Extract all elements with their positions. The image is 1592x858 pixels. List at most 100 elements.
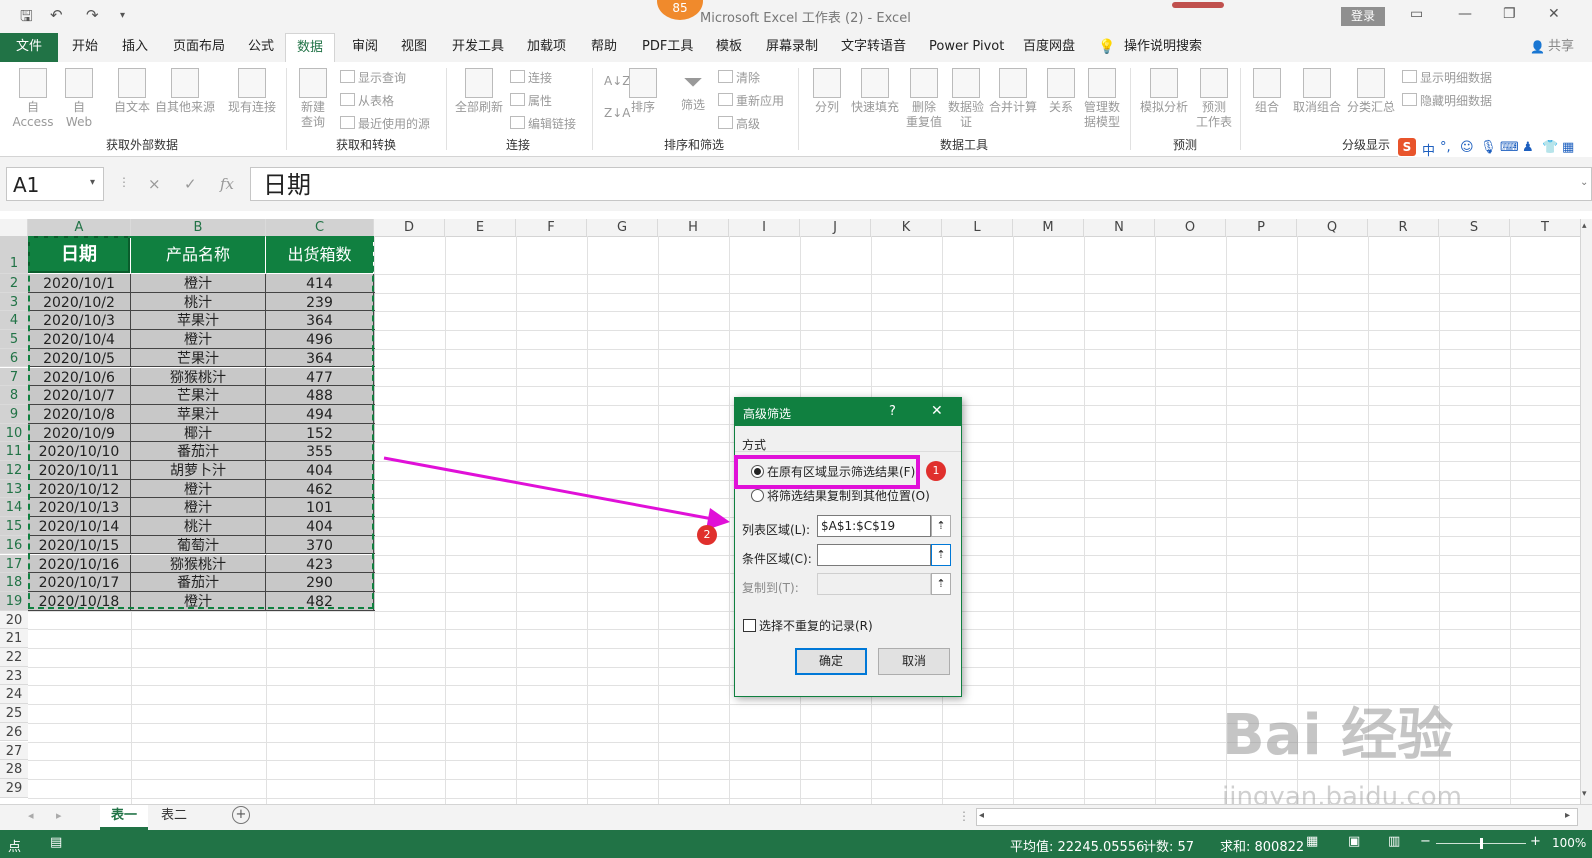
microphone-icon[interactable]: 🎙 [1480, 140, 1497, 155]
column-header-l[interactable]: L [942, 219, 1013, 236]
tab-screen-record[interactable]: 屏幕录制 [766, 33, 818, 62]
refresh-all-button[interactable]: 全部刷新 [454, 68, 504, 115]
tab-file[interactable]: 文件 [0, 33, 58, 62]
scroll-sheets-right-icon[interactable]: ▸ [56, 809, 62, 822]
table-cell[interactable]: 2020/10/12 [28, 479, 131, 499]
column-header-j[interactable]: J [800, 219, 871, 236]
show-detail-button[interactable]: 显示明细数据 [1402, 70, 1492, 86]
vertical-scrollbar[interactable]: ▴ ▾ [1580, 219, 1592, 804]
table-cell[interactable]: 2020/10/1 [28, 274, 131, 293]
tab-view[interactable]: 视图 [401, 33, 427, 62]
tab-pdf-tools[interactable]: PDF工具 [642, 33, 693, 62]
table-cell[interactable]: 橙汁 [131, 274, 266, 293]
select-all-corner[interactable] [0, 219, 28, 236]
table-cell[interactable]: 猕猴桃汁 [131, 554, 266, 574]
undo-icon[interactable]: ↶ [50, 6, 63, 24]
table-cell[interactable]: 2020/10/17 [28, 573, 131, 592]
share-button[interactable]: 共享 [1548, 33, 1574, 62]
table-cell[interactable]: 橙汁 [131, 330, 266, 349]
row-header-8[interactable]: 8 [0, 386, 28, 405]
table-cell[interactable]: 苹果汁 [131, 404, 266, 424]
data-validation-button[interactable]: 数据验 证 [946, 68, 986, 130]
table-cell[interactable]: 239 [266, 292, 374, 312]
table-cell[interactable]: 404 [266, 517, 374, 536]
table-cell[interactable]: 2020/10/5 [28, 348, 131, 368]
radio-copy-to-location[interactable] [751, 489, 764, 502]
tab-home[interactable]: 开始 [72, 33, 98, 62]
zoom-level[interactable]: 100% [1552, 836, 1586, 850]
table-header-cell[interactable]: 日期 [28, 236, 130, 273]
row-header-10[interactable]: 10 [0, 423, 28, 443]
confirm-entry-icon[interactable]: ✓ [184, 175, 197, 193]
existing-connections-button[interactable]: 现有连接 [226, 68, 278, 115]
table-cell[interactable]: 芒果汁 [131, 348, 266, 368]
table-cell[interactable]: 桃汁 [131, 292, 266, 312]
copy-to-collapse-icon[interactable]: ⇡ [931, 573, 951, 595]
ungroup-button[interactable]: 取消组合 [1292, 68, 1342, 115]
table-cell[interactable]: 462 [266, 479, 374, 499]
column-header-g[interactable]: G [587, 219, 658, 236]
restore-icon[interactable]: ❐ [1503, 6, 1516, 22]
login-button[interactable]: 登录 [1341, 7, 1385, 26]
subtotal-button[interactable]: 分类汇总 [1346, 68, 1396, 115]
formula-input[interactable]: 日期 [250, 167, 1592, 201]
row-header-19[interactable]: 19 [0, 591, 28, 611]
row-header-13[interactable]: 13 [0, 479, 28, 499]
group-button[interactable]: 组合 [1250, 68, 1284, 115]
toolbox-icon[interactable]: ▦ [1562, 140, 1574, 155]
column-header-m[interactable]: M [1013, 219, 1084, 236]
expand-formula-bar-icon[interactable]: ⌄ [1580, 177, 1588, 188]
column-header-b[interactable]: B [131, 219, 266, 236]
table-cell[interactable]: 488 [266, 386, 374, 405]
table-cell[interactable]: 2020/10/4 [28, 330, 131, 349]
column-header-f[interactable]: F [516, 219, 587, 236]
from-text-button[interactable]: 自文本 [112, 68, 152, 115]
ribbon-display-options-icon[interactable]: ▭ [1410, 6, 1423, 22]
table-cell[interactable]: 2020/10/15 [28, 535, 131, 555]
show-queries-button[interactable]: 显示查询 [340, 70, 406, 86]
tab-insert[interactable]: 插入 [122, 33, 148, 62]
table-cell[interactable]: 橙汁 [131, 498, 266, 518]
table-cell[interactable]: 番茄汁 [131, 442, 266, 461]
table-cell[interactable]: 2020/10/6 [28, 367, 131, 387]
clear-filter-button[interactable]: 清除 [718, 70, 760, 86]
save-icon[interactable]: 🖫 [20, 6, 33, 31]
table-cell[interactable]: 355 [266, 442, 374, 461]
table-cell[interactable]: 496 [266, 330, 374, 349]
table-cell[interactable]: 2020/10/16 [28, 554, 131, 574]
criteria-range-input[interactable] [817, 544, 931, 566]
recent-sources-button[interactable]: 最近使用的源 [340, 116, 430, 132]
from-table-button[interactable]: 从表格 [340, 93, 394, 109]
column-header-k[interactable]: K [871, 219, 942, 236]
table-cell[interactable]: 2020/10/18 [28, 591, 131, 611]
normal-view-icon[interactable]: ▦ [1306, 834, 1318, 849]
remove-duplicates-button[interactable]: 删除 重复值 [904, 68, 944, 130]
row-header-26[interactable]: 26 [0, 722, 28, 742]
cancel-entry-icon[interactable]: × [148, 175, 161, 193]
table-cell[interactable]: 橙汁 [131, 479, 266, 499]
table-cell[interactable]: 猕猴桃汁 [131, 367, 266, 387]
what-if-analysis-button[interactable]: 模拟分析 [1138, 68, 1190, 115]
scroll-sheets-left-icon[interactable]: ◂ [28, 809, 34, 822]
consolidate-button[interactable]: 合并计算 [988, 68, 1038, 115]
row-header-1[interactable]: 1 [0, 236, 28, 274]
table-cell[interactable]: 葡萄汁 [131, 535, 266, 555]
table-cell[interactable]: 2020/10/2 [28, 292, 131, 312]
insert-function-icon[interactable]: fx [220, 175, 234, 193]
tab-baidu-netdisk[interactable]: 百度网盘 [1023, 33, 1075, 62]
table-cell[interactable]: 494 [266, 404, 374, 424]
zoom-slider-thumb[interactable] [1480, 838, 1483, 849]
table-cell[interactable]: 2020/10/3 [28, 311, 131, 331]
horizontal-scrollbar[interactable]: ◂ ▸ [976, 808, 1578, 826]
from-other-sources-button[interactable]: 自其他来源 [154, 68, 216, 115]
column-header-i[interactable]: I [729, 219, 800, 236]
row-header-3[interactable]: 3 [0, 292, 28, 312]
customize-quick-access-icon[interactable]: ▾ [120, 10, 125, 21]
row-header-5[interactable]: 5 [0, 330, 28, 349]
row-header-11[interactable]: 11 [0, 442, 28, 461]
row-header-7[interactable]: 7 [0, 367, 28, 387]
row-header-17[interactable]: 17 [0, 554, 28, 574]
connections-button[interactable]: 连接 [510, 70, 552, 86]
cancel-button[interactable]: 取消 [878, 648, 950, 675]
tab-review[interactable]: 审阅 [352, 33, 378, 62]
